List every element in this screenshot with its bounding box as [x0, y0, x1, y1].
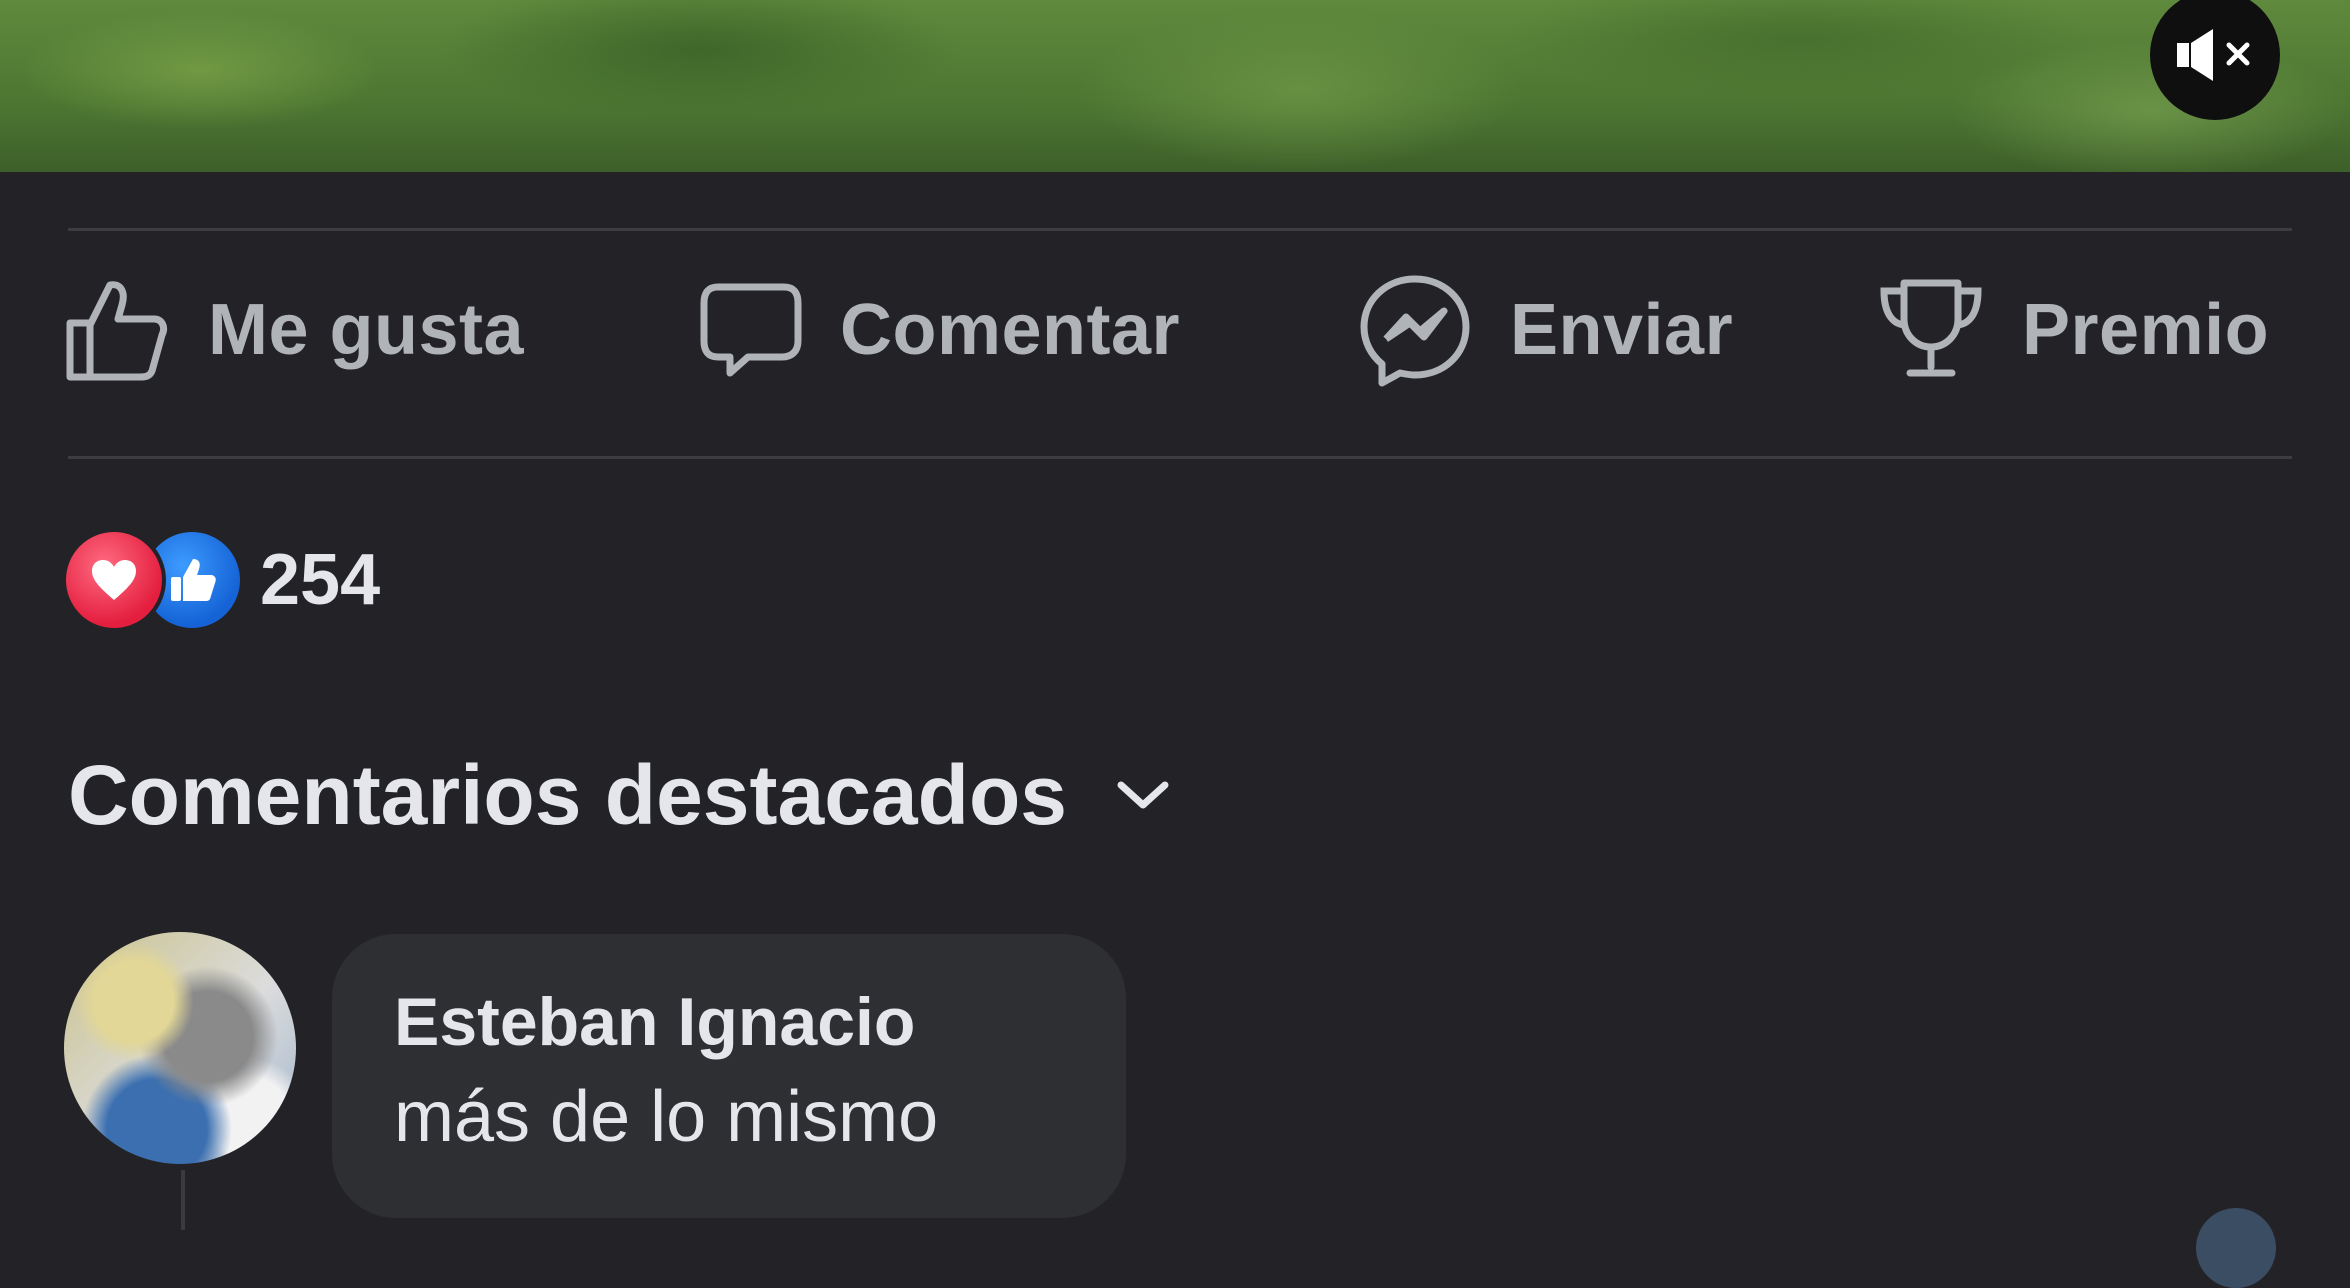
love-reaction-icon — [62, 528, 166, 632]
comment-text: más de lo mismo — [394, 1077, 939, 1158]
partial-avatar — [2196, 1208, 2276, 1288]
comments-sort-dropdown[interactable]: Comentarios destacados — [68, 740, 1171, 850]
comments-sort-label: Comentarios destacados — [68, 747, 1067, 842]
thumbs-up-outline-icon — [66, 281, 168, 381]
like-label: Me gusta — [208, 290, 525, 370]
mute-button[interactable] — [2150, 0, 2280, 120]
avatar[interactable] — [64, 932, 296, 1164]
comment-author[interactable]: Esteban Ignacio — [394, 984, 1064, 1060]
actions-divider — [68, 456, 2292, 459]
comment-button[interactable]: Comentar — [698, 270, 1180, 390]
award-button[interactable]: Premio — [1876, 270, 2269, 390]
speaker-muted-icon — [2177, 29, 2250, 81]
video-player[interactable] — [0, 0, 2350, 172]
comment-label: Comentar — [840, 290, 1181, 370]
comment-bubble[interactable]: Esteban Ignacio más de lo mismo — [332, 934, 1126, 1218]
chevron-down-icon — [1117, 781, 1169, 809]
like-button[interactable]: Me gusta — [62, 270, 524, 390]
messenger-icon — [1360, 275, 1470, 387]
speech-bubble-icon — [700, 283, 802, 377]
trophy-icon — [1880, 279, 1982, 377]
award-label: Premio — [2022, 290, 2270, 370]
top-divider — [68, 228, 2292, 231]
thread-line — [181, 1170, 185, 1230]
send-button[interactable]: Enviar — [1356, 270, 1733, 390]
send-label: Enviar — [1510, 290, 1734, 370]
reactions-summary[interactable]: 254 — [62, 528, 380, 632]
reaction-count: 254 — [260, 540, 381, 620]
